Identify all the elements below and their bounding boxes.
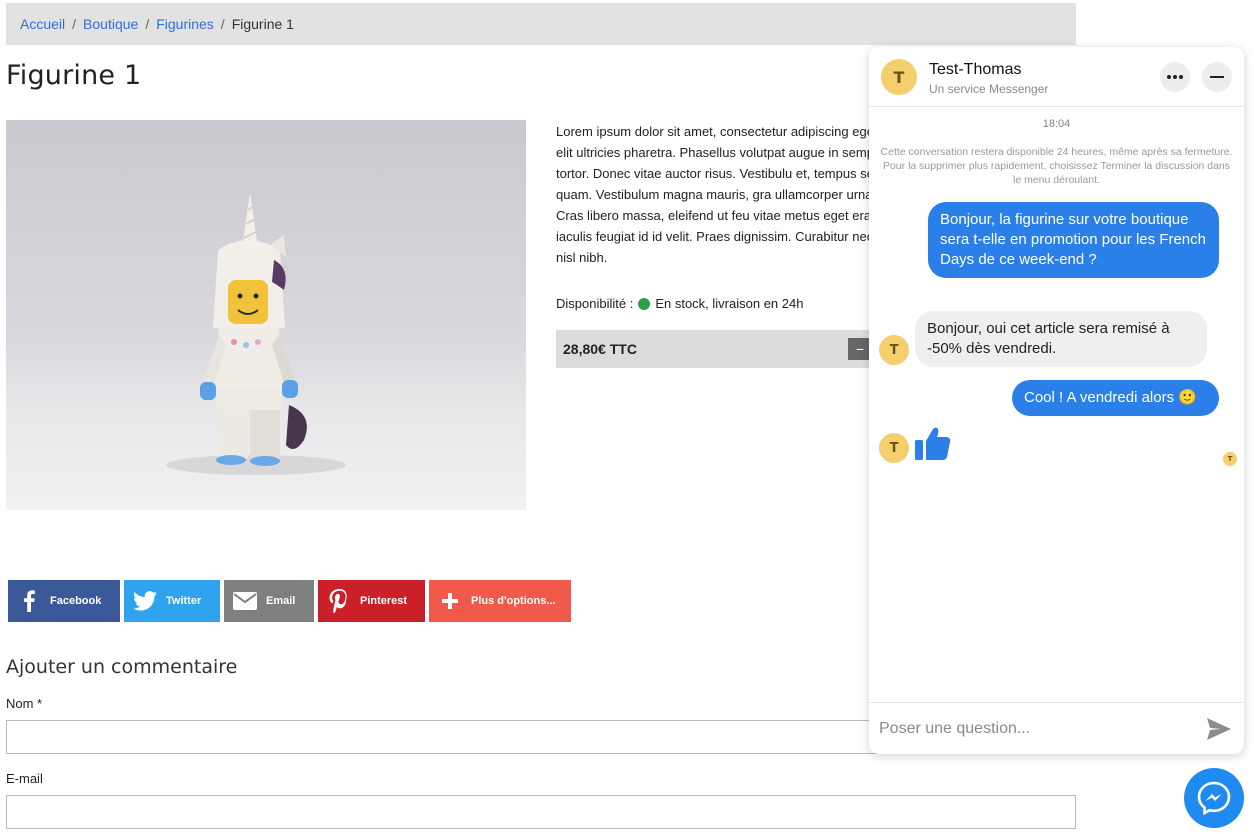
product-image	[6, 120, 526, 510]
availability: Disponibilité : En stock, livraison en 2…	[556, 296, 803, 311]
page-title: Figurine 1	[6, 60, 142, 91]
chat-footer	[869, 702, 1244, 754]
breadcrumb-separator: /	[72, 16, 77, 32]
breadcrumb-separator: /	[220, 16, 225, 32]
more-dots-icon	[1167, 75, 1183, 79]
email-field[interactable]	[6, 795, 1076, 829]
minimize-icon	[1210, 76, 1224, 78]
breadcrumb-link-accueil[interactable]: Accueil	[20, 16, 65, 32]
price: 28,80€ TTC	[563, 341, 637, 357]
chat-message-in: Bonjour, oui cet article sera remisé à -…	[915, 311, 1207, 367]
share-more-label: Plus d'options...	[471, 595, 556, 607]
messenger-launcher-button[interactable]	[1184, 768, 1244, 828]
thumbs-up-icon	[914, 425, 952, 468]
breadcrumb-separator: /	[145, 16, 150, 32]
share-email-label: Email	[266, 595, 296, 607]
share-pinterest-button[interactable]: Pinterest	[318, 580, 425, 622]
share-facebook-button[interactable]: Facebook	[8, 580, 120, 622]
availability-label: Disponibilité :	[556, 296, 634, 311]
breadcrumb-link-figurines[interactable]: Figurines	[156, 16, 214, 32]
share-email-button[interactable]: Email	[224, 580, 314, 622]
messenger-chat-panel: T Test-Thomas Un service Messenger 18:04…	[869, 47, 1244, 754]
chat-message-input[interactable]	[879, 715, 1199, 743]
message-avatar: T	[879, 335, 909, 365]
plus-icon	[429, 593, 471, 609]
share-twitter-button[interactable]: Twitter	[124, 580, 220, 622]
availability-value: En stock, livraison en 24h	[655, 296, 804, 311]
comment-form-title: Ajouter un commentaire	[6, 656, 238, 678]
contact-name: Test-Thomas	[929, 61, 1022, 78]
name-field-label: Nom *	[6, 696, 43, 711]
message-avatar: T	[879, 433, 909, 463]
chat-message-out: Cool ! A vendredi alors 🙂	[1012, 380, 1219, 416]
unicorn-figurine-icon	[6, 120, 526, 510]
facebook-icon	[8, 590, 50, 612]
chat-header: T Test-Thomas Un service Messenger	[869, 47, 1244, 107]
product-description: Lorem ipsum dolor sit amet, consectetur …	[556, 124, 886, 265]
messenger-icon	[1197, 781, 1231, 815]
email-field-label: E-mail	[6, 771, 43, 786]
breadcrumb: Accueil / Boutique / Figurines / Figurin…	[6, 3, 1076, 45]
share-more-options-button[interactable]: Plus d'options...	[429, 580, 571, 622]
breadcrumb-link-boutique[interactable]: Boutique	[83, 16, 138, 32]
price-bar: 28,80€ TTC	[556, 330, 886, 368]
share-facebook-label: Facebook	[50, 595, 102, 607]
contact-avatar: T	[881, 59, 917, 95]
chat-minimize-button[interactable]	[1202, 62, 1232, 92]
chat-message-out: Bonjour, la figurine sur votre boutique …	[928, 202, 1219, 278]
send-button[interactable]	[1206, 717, 1232, 746]
breadcrumb-current: Figurine 1	[231, 16, 294, 32]
in-stock-dot-icon	[638, 297, 651, 310]
share-pinterest-label: Pinterest	[360, 595, 408, 607]
chat-options-button[interactable]	[1160, 62, 1190, 92]
contact-subtitle: Un service Messenger	[929, 82, 1049, 96]
pinterest-icon	[318, 589, 360, 613]
envelope-icon	[224, 592, 266, 610]
chat-notice: Cette conversation restera disponible 24…	[880, 146, 1233, 186]
send-icon	[1207, 718, 1231, 740]
chat-timestamp: 18:04	[1042, 118, 1071, 130]
share-twitter-label: Twitter	[166, 595, 202, 607]
twitter-icon	[124, 591, 166, 611]
read-receipt-avatar: T	[1223, 452, 1237, 466]
